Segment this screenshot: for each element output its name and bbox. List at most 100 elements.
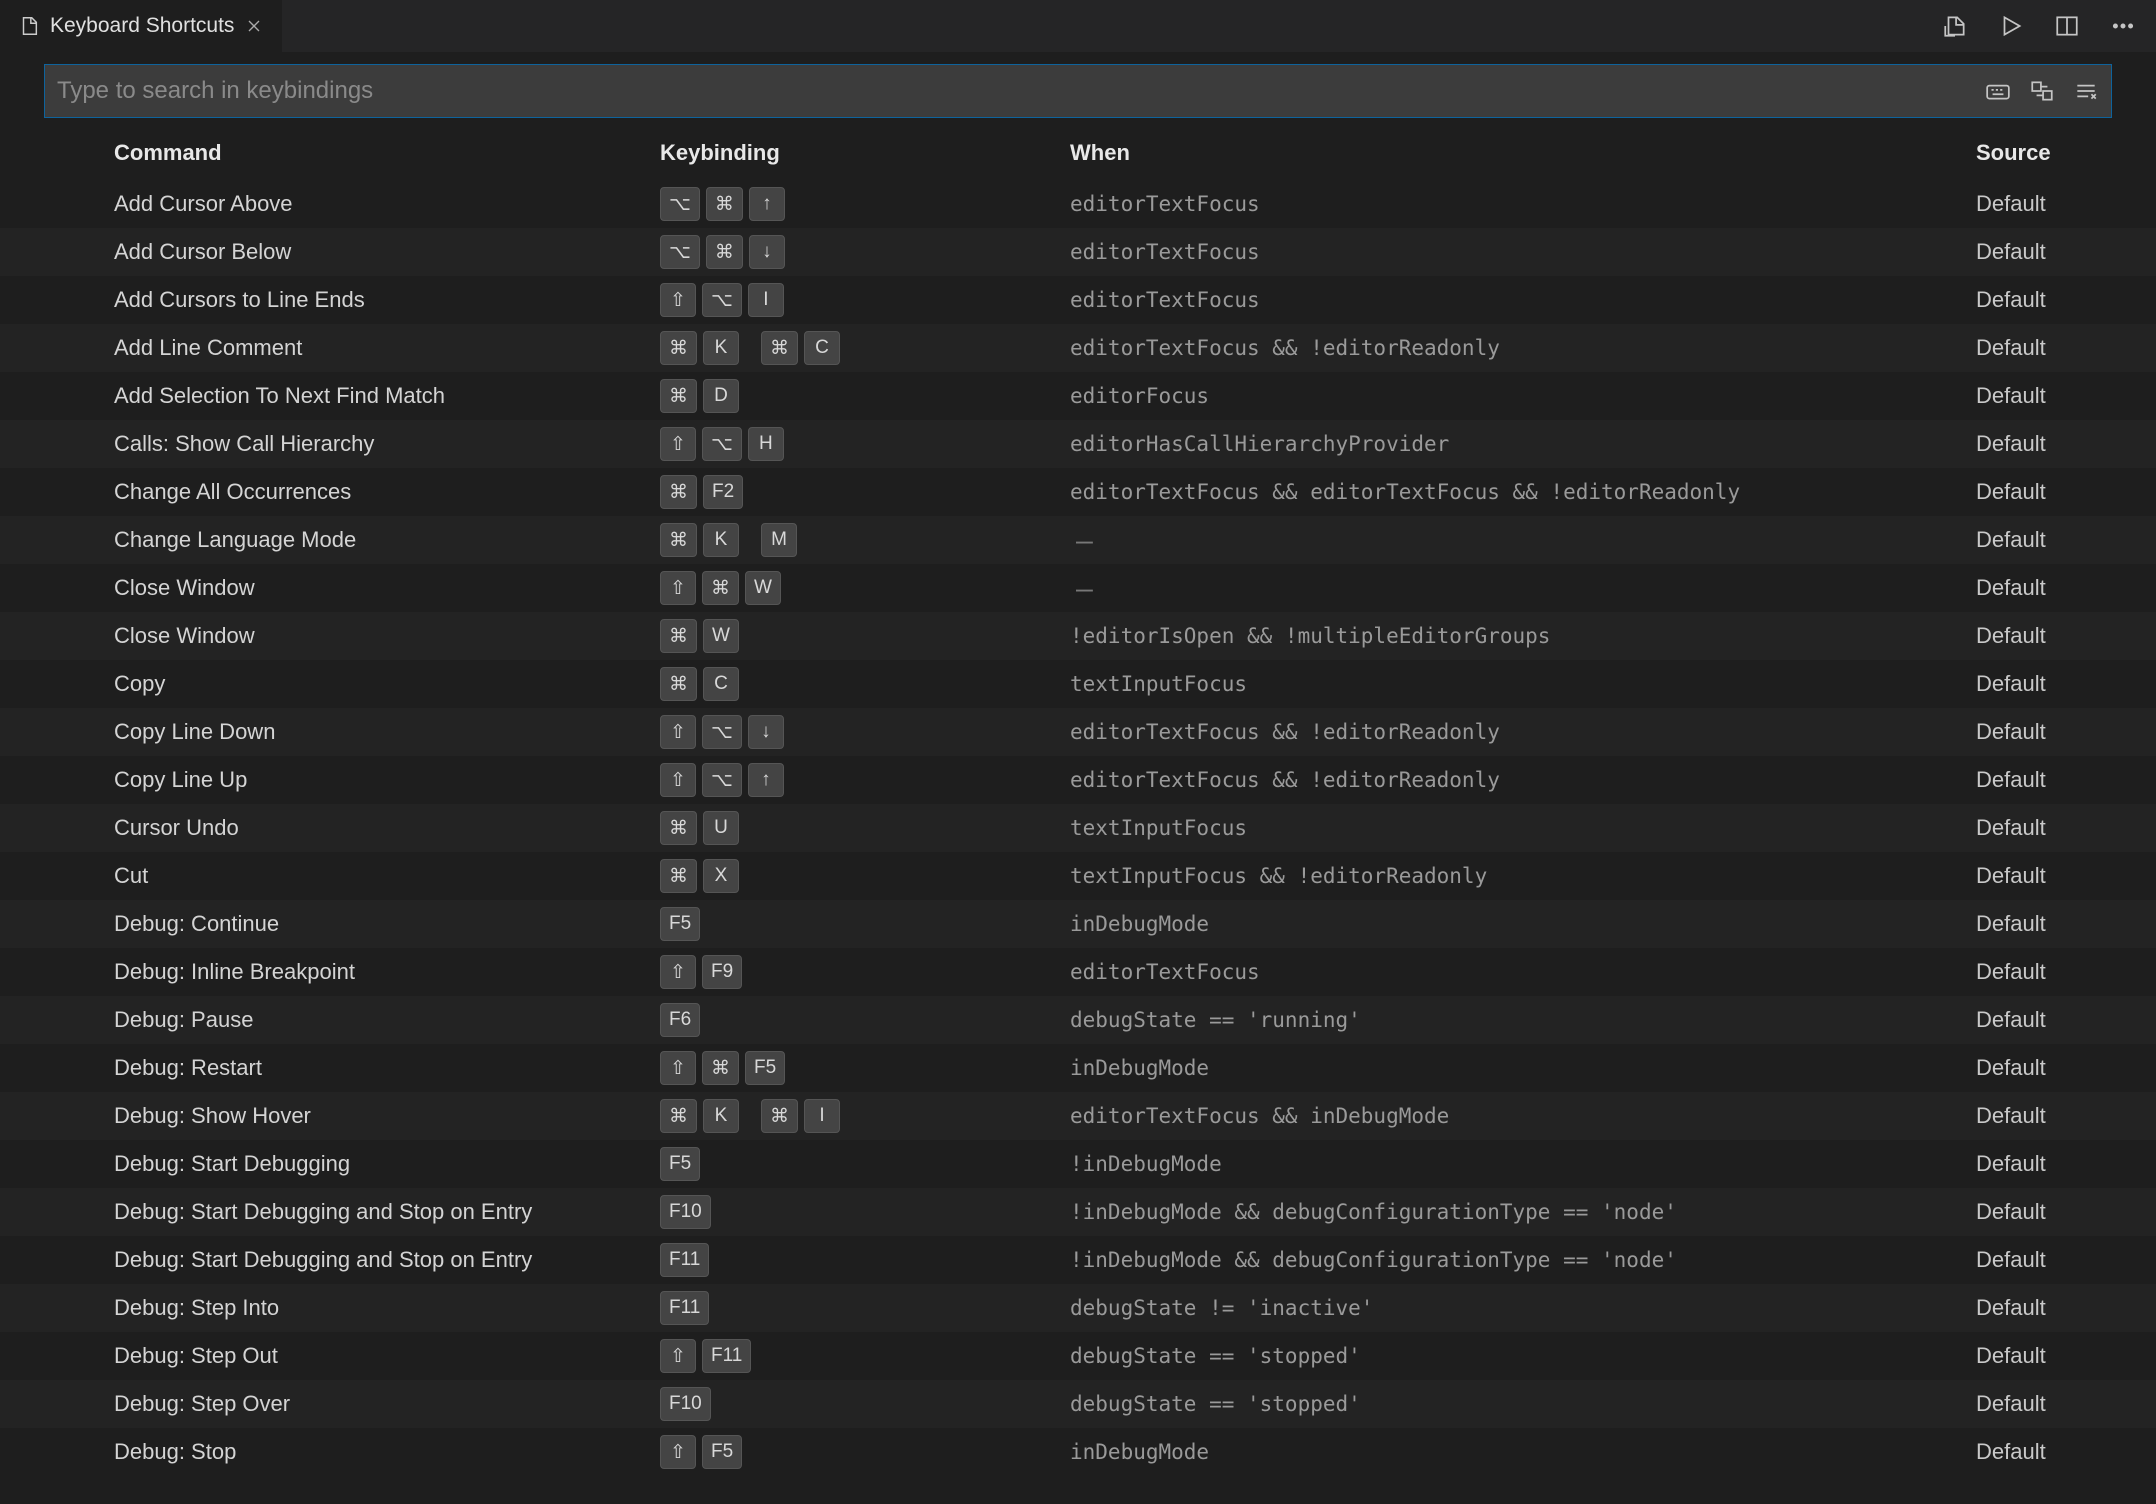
when-cell: !inDebugMode && debugConfigurationType =… bbox=[1070, 1248, 1976, 1272]
table-row[interactable]: Copy Line Down⇧⌥↓editorTextFocus && !edi… bbox=[0, 708, 2156, 756]
command-cell: Debug: Stop bbox=[50, 1439, 660, 1465]
table-row[interactable]: Debug: PauseF6debugState == 'running'Def… bbox=[0, 996, 2156, 1044]
keycap: ⌘ bbox=[761, 331, 798, 365]
clear-icon[interactable] bbox=[2073, 78, 2099, 104]
when-cell: editorTextFocus bbox=[1070, 192, 1976, 216]
table-row[interactable]: Close Window⌘W!editorIsOpen && !multiple… bbox=[0, 612, 2156, 660]
keycap: K bbox=[703, 331, 739, 365]
keycap: D bbox=[703, 379, 739, 413]
source-cell: Default bbox=[1976, 671, 2106, 697]
keybinding-cell: ⇧⌥↑ bbox=[660, 763, 1070, 797]
table-row[interactable]: Debug: Start Debugging and Stop on Entry… bbox=[0, 1236, 2156, 1284]
table-row[interactable]: Debug: Start Debugging and Stop on Entry… bbox=[0, 1188, 2156, 1236]
close-icon[interactable] bbox=[244, 16, 264, 36]
when-cell: editorTextFocus bbox=[1070, 240, 1976, 264]
table-row[interactable]: Add Selection To Next Find Match⌘Deditor… bbox=[0, 372, 2156, 420]
keycap: ⇧ bbox=[660, 715, 696, 749]
source-cell: Default bbox=[1976, 527, 2106, 553]
table-row[interactable]: Debug: Stop⇧F5inDebugModeDefault bbox=[0, 1428, 2156, 1476]
table-row[interactable]: Change All Occurrences⌘F2editorTextFocus… bbox=[0, 468, 2156, 516]
keycap: I bbox=[748, 283, 784, 317]
source-cell: Default bbox=[1976, 1295, 2106, 1321]
open-file-icon[interactable] bbox=[1942, 13, 1968, 39]
when-cell: editorTextFocus bbox=[1070, 288, 1976, 312]
sort-icon[interactable] bbox=[2029, 78, 2055, 104]
source-cell: Default bbox=[1976, 767, 2106, 793]
command-cell: Debug: Restart bbox=[50, 1055, 660, 1081]
command-cell: Cut bbox=[50, 863, 660, 889]
record-keys-icon[interactable] bbox=[1985, 78, 2011, 104]
search-bar bbox=[44, 64, 2112, 118]
keycap: ↑ bbox=[749, 187, 785, 221]
table-row[interactable]: Cursor Undo⌘UtextInputFocusDefault bbox=[0, 804, 2156, 852]
table-row[interactable]: Close Window⇧⌘W—Default bbox=[0, 564, 2156, 612]
keybinding-cell: ⌥⌘↓ bbox=[660, 235, 1070, 269]
table-row[interactable]: Copy Line Up⇧⌥↑editorTextFocus && !edito… bbox=[0, 756, 2156, 804]
when-cell: inDebugMode bbox=[1070, 1056, 1976, 1080]
command-cell: Debug: Start Debugging and Stop on Entry bbox=[50, 1199, 660, 1225]
keycap: ⌥ bbox=[702, 715, 742, 749]
command-cell: Copy bbox=[50, 671, 660, 697]
command-cell: Change All Occurrences bbox=[50, 479, 660, 505]
keycap: F5 bbox=[745, 1051, 785, 1085]
command-cell: Add Cursor Above bbox=[50, 191, 660, 217]
keycap: ↑ bbox=[748, 763, 784, 797]
table-row[interactable]: Add Cursors to Line Ends⇧⌥IeditorTextFoc… bbox=[0, 276, 2156, 324]
command-cell: Change Language Mode bbox=[50, 527, 660, 553]
table-row[interactable]: Add Cursor Below⌥⌘↓editorTextFocusDefaul… bbox=[0, 228, 2156, 276]
table-row[interactable]: Copy⌘CtextInputFocusDefault bbox=[0, 660, 2156, 708]
keycap: F11 bbox=[702, 1339, 751, 1373]
table-row[interactable]: Change Language Mode⌘KM—Default bbox=[0, 516, 2156, 564]
table-row[interactable]: Debug: Show Hover⌘K⌘IeditorTextFocus && … bbox=[0, 1092, 2156, 1140]
table-row[interactable]: Debug: Step IntoF11debugState != 'inacti… bbox=[0, 1284, 2156, 1332]
keycap: M bbox=[761, 523, 797, 557]
header-keybinding[interactable]: Keybinding bbox=[660, 140, 1070, 166]
when-cell: debugState != 'inactive' bbox=[1070, 1296, 1976, 1320]
when-cell: editorTextFocus && inDebugMode bbox=[1070, 1104, 1976, 1128]
table-row[interactable]: Debug: Restart⇧⌘F5inDebugModeDefault bbox=[0, 1044, 2156, 1092]
more-icon[interactable] bbox=[2110, 13, 2136, 39]
keycap: K bbox=[703, 1099, 739, 1133]
command-cell: Debug: Start Debugging bbox=[50, 1151, 660, 1177]
tab-keyboard-shortcuts[interactable]: Keyboard Shortcuts bbox=[0, 0, 283, 52]
keycap: F11 bbox=[660, 1243, 709, 1277]
keybinding-cell: ⌥⌘↑ bbox=[660, 187, 1070, 221]
when-cell: editorTextFocus && editorTextFocus && !e… bbox=[1070, 480, 1976, 504]
table-row[interactable]: Calls: Show Call Hierarchy⇧⌥HeditorHasCa… bbox=[0, 420, 2156, 468]
when-cell: editorTextFocus && !editorReadonly bbox=[1070, 336, 1976, 360]
table-row[interactable]: Debug: Step Out⇧F11debugState == 'stoppe… bbox=[0, 1332, 2156, 1380]
table-row[interactable]: Add Cursor Above⌥⌘↑editorTextFocusDefaul… bbox=[0, 180, 2156, 228]
header-source[interactable]: Source bbox=[1976, 140, 2106, 166]
keycap: F11 bbox=[660, 1291, 709, 1325]
keycap: F5 bbox=[660, 907, 700, 941]
command-cell: Copy Line Up bbox=[50, 767, 660, 793]
keybinding-cell: ⇧⌘W bbox=[660, 571, 1070, 605]
source-cell: Default bbox=[1976, 383, 2106, 409]
header-command[interactable]: Command bbox=[50, 140, 660, 166]
table-row[interactable]: Debug: Step OverF10debugState == 'stoppe… bbox=[0, 1380, 2156, 1428]
table-row[interactable]: Add Line Comment⌘K⌘CeditorTextFocus && !… bbox=[0, 324, 2156, 372]
source-cell: Default bbox=[1976, 863, 2106, 889]
source-cell: Default bbox=[1976, 335, 2106, 361]
search-input[interactable] bbox=[57, 77, 1985, 105]
when-cell: textInputFocus bbox=[1070, 672, 1976, 696]
table-row[interactable]: Debug: Inline Breakpoint⇧F9editorTextFoc… bbox=[0, 948, 2156, 996]
table-row[interactable]: Debug: Start DebuggingF5!inDebugModeDefa… bbox=[0, 1140, 2156, 1188]
keybinding-cell: F11 bbox=[660, 1291, 1070, 1325]
table-row[interactable]: Debug: ContinueF5inDebugModeDefault bbox=[0, 900, 2156, 948]
when-cell: editorTextFocus bbox=[1070, 960, 1976, 984]
source-cell: Default bbox=[1976, 575, 2106, 601]
keybinding-cell: F11 bbox=[660, 1243, 1070, 1277]
keybinding-cell: ⌘KM bbox=[660, 523, 1070, 557]
command-cell: Add Line Comment bbox=[50, 335, 660, 361]
play-icon[interactable] bbox=[1998, 13, 2024, 39]
keycap: F10 bbox=[660, 1195, 711, 1229]
keybinding-cell: ⌘U bbox=[660, 811, 1070, 845]
keybinding-cell: ⌘X bbox=[660, 859, 1070, 893]
keycap: F5 bbox=[702, 1435, 742, 1469]
tab-bar: Keyboard Shortcuts bbox=[0, 0, 2156, 52]
keybinding-cell: F10 bbox=[660, 1387, 1070, 1421]
split-editor-icon[interactable] bbox=[2054, 13, 2080, 39]
table-row[interactable]: Cut⌘XtextInputFocus && !editorReadonlyDe… bbox=[0, 852, 2156, 900]
header-when[interactable]: When bbox=[1070, 140, 1976, 166]
